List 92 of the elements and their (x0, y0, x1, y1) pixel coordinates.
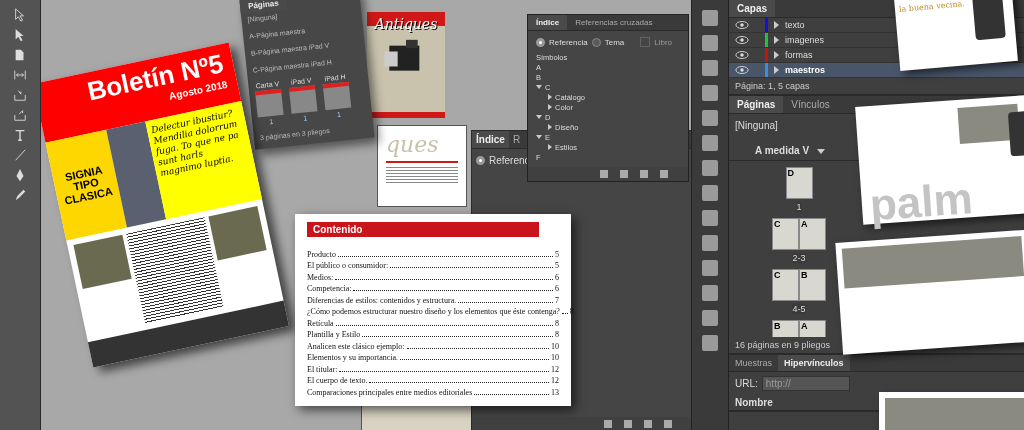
panel-tab[interactable]: R (508, 131, 525, 148)
radio-label: Tema (604, 37, 625, 47)
page-number: 10 (551, 341, 559, 351)
content-placer-icon[interactable] (13, 108, 27, 122)
spread-number: 2-3 (792, 253, 806, 263)
panel-tab[interactable]: Referencias cruzadas (567, 15, 661, 30)
layer-name: maestros (785, 65, 826, 75)
page-number: 13 (551, 387, 559, 397)
status-text: Página: 1, 5 capas (735, 81, 810, 91)
brochure-watermark: palm (868, 173, 975, 231)
photo-placeholder (208, 206, 267, 261)
eye-icon[interactable] (735, 20, 749, 30)
page-number: 10 (551, 353, 559, 362)
contents-entry: ¿Cómo podemos estructurar nuestro diseño y los elementos que éste contenga? (307, 307, 560, 316)
eye-icon[interactable] (735, 35, 749, 45)
contents-entry: Comparaciones principales entre medios editoriales (307, 387, 473, 397)
contents-entry: Elementos y su importancia. (307, 353, 399, 362)
contents-entry: Diferencias de estilos: contenidos y estructura. (307, 295, 457, 305)
master-letter: B (801, 270, 808, 280)
radio-button[interactable] (536, 37, 545, 47)
eye-icon[interactable] (735, 65, 749, 75)
layer-row[interactable]: maestros (729, 63, 1024, 78)
page-thumbnail[interactable]: B (772, 320, 799, 337)
eye-icon[interactable] (735, 50, 749, 60)
size-dropdown[interactable]: A medida V (735, 145, 810, 156)
panel-tab[interactable]: Capas (729, 0, 775, 17)
panel-tab[interactable]: Vínculos (783, 96, 838, 113)
spread-number: 1 (796, 202, 802, 212)
contents-entry: Competencia: (307, 284, 352, 293)
field-label: URL: (735, 378, 758, 389)
checkbox-label: Libro (654, 37, 673, 47)
page-tool-icon[interactable] (13, 48, 27, 62)
page-thumbnail[interactable] (255, 88, 284, 118)
master-letter: A (801, 219, 808, 229)
spread-number: 4-5 (792, 304, 806, 314)
layer-name: formas (785, 50, 813, 60)
page-heading: ques (386, 132, 439, 157)
layer-name: imagenes (785, 35, 825, 45)
master-letter: B (774, 321, 781, 331)
line-tool-icon[interactable] (13, 148, 27, 162)
panel-tab[interactable]: Índice (528, 15, 568, 30)
page-thumbnail[interactable]: C (772, 269, 799, 301)
contents-entry: Medios: (307, 272, 334, 282)
page-thumbnail[interactable]: B (799, 269, 826, 301)
page-number: 5 (555, 249, 559, 259)
page-number: 8 (555, 318, 559, 328)
panel-tab[interactable]: Páginas (729, 96, 784, 113)
page-thumbnail[interactable] (288, 85, 318, 114)
contents-entry: Plantilla y Estilo (307, 330, 361, 339)
radio-button[interactable] (591, 37, 601, 47)
page-number: 12 (551, 376, 559, 385)
selection-tool-icon[interactable] (13, 8, 27, 22)
panel-tab[interactable]: Muestras (729, 355, 778, 371)
photo-placeholder (73, 234, 132, 290)
contents-entry: El cuerpo de texto. (307, 376, 368, 385)
page-thumbnail[interactable]: A (799, 320, 826, 337)
page-thumbnail[interactable] (322, 81, 352, 111)
page-number: 6 (555, 272, 559, 282)
caret-icon[interactable] (817, 149, 826, 154)
pencil-tool-icon[interactable] (13, 188, 27, 202)
contents-entry: Producto (307, 249, 336, 259)
page-number: 12 (551, 364, 559, 374)
page-thumbnail[interactable]: C (772, 218, 799, 250)
type-tool-icon[interactable] (13, 128, 27, 142)
page-number: 5 (555, 261, 559, 270)
master-letter: D (787, 168, 794, 178)
gap-tool-icon[interactable] (13, 68, 27, 82)
contents-entry: El público o consumidor: (307, 261, 389, 270)
page-number: 8 (555, 330, 559, 339)
radio-label: Referencia (549, 37, 588, 47)
content-collector-icon[interactable] (13, 88, 27, 102)
contents-entry: Analicen este clásico ejemplo: (307, 341, 405, 351)
layer-name: texto (785, 20, 805, 30)
status-text: 16 páginas en 9 pliegos (735, 340, 831, 350)
master-letter: C (774, 219, 781, 229)
master-letter: C (774, 270, 781, 280)
phone-drawing (972, 0, 1006, 41)
master-page-item[interactable]: [Ninguna] (735, 120, 778, 131)
contents-title: Contenido (307, 222, 539, 237)
contents-entry: El titular: (307, 364, 338, 374)
radio-button[interactable] (476, 156, 485, 165)
page-thumbnail[interactable]: D (785, 167, 813, 199)
page-number: 8 (569, 307, 574, 316)
panel-tab[interactable]: Índice (472, 131, 509, 148)
page-number: 7 (555, 295, 559, 305)
panel-tab[interactable]: Hipervínculos (778, 355, 850, 371)
master-letter: A (801, 321, 808, 331)
page-thumbnail[interactable]: A (799, 218, 826, 250)
brochure-slogan: la buena vecina. (898, 0, 966, 14)
contents-entry: Retícula (307, 318, 334, 328)
page-number: 6 (555, 284, 559, 293)
field-label: Nombre (734, 396, 774, 410)
